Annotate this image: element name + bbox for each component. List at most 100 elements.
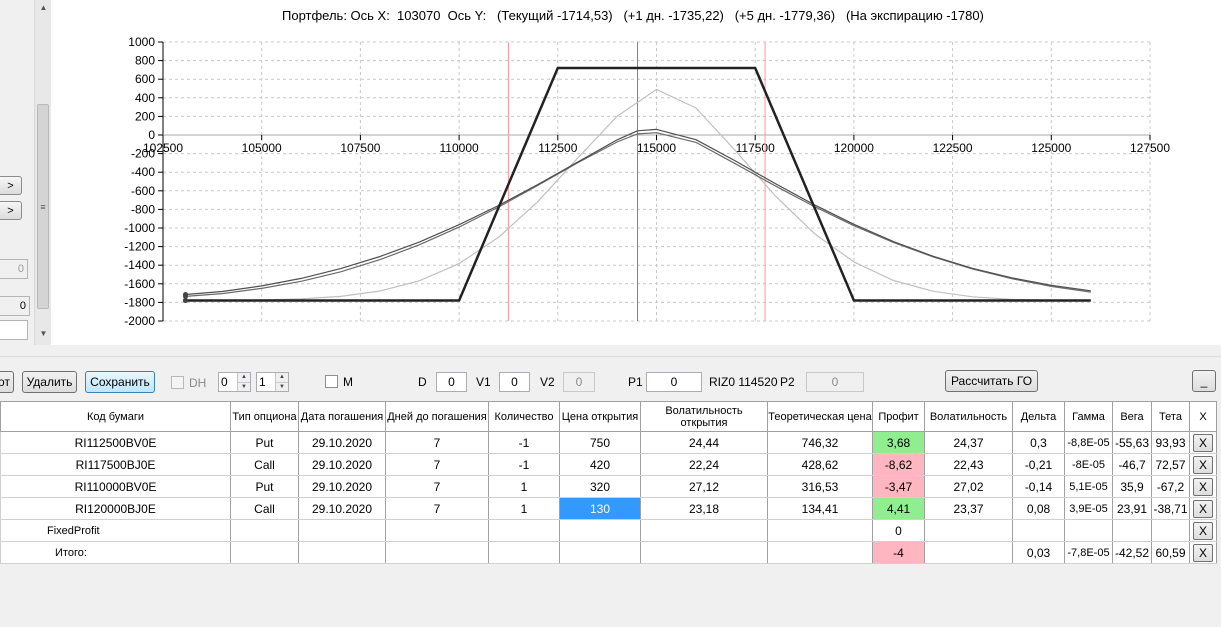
table-row[interactable]: RI110000BV0E Put 29.10.2020 7 1 320 27,1… — [0, 475, 1217, 498]
cell-open-vol[interactable]: 22,24 — [640, 453, 768, 476]
table-row[interactable]: RI117500BJ0E Call 29.10.2020 7 -1 420 22… — [0, 453, 1217, 476]
cell-open-vol[interactable]: 24,44 — [640, 431, 768, 454]
scroll-down-arrow-icon[interactable]: ▼ — [35, 326, 52, 340]
col-header-theta[interactable]: Тета — [1151, 401, 1190, 432]
cell-days[interactable]: 7 — [385, 453, 489, 476]
spin-down-icon[interactable]: ▼ — [276, 381, 288, 391]
cell-open-vol[interactable]: 23,18 — [640, 497, 768, 520]
col-header-x[interactable]: X — [1189, 401, 1217, 432]
remove-row-button[interactable]: X — [1193, 499, 1213, 518]
cell-vega[interactable]: -46,7 — [1112, 453, 1152, 476]
cell-vega[interactable]: 23,91 — [1112, 497, 1152, 520]
cell-type[interactable]: Put — [230, 431, 299, 454]
cell-qty[interactable]: -1 — [488, 431, 560, 454]
dh-checkbox[interactable] — [171, 376, 184, 389]
col-header-gamma[interactable]: Гамма — [1064, 401, 1113, 432]
save-button[interactable]: Сохранить — [85, 371, 155, 393]
cell-qty[interactable]: 1 — [488, 497, 560, 520]
cell-qty[interactable]: 1 — [488, 475, 560, 498]
cell-exp-date[interactable]: 29.10.2020 — [298, 497, 386, 520]
cell-type[interactable]: Call — [230, 497, 299, 520]
spin-up-icon[interactable]: ▲ — [238, 373, 250, 382]
m-checkbox[interactable] — [325, 375, 338, 388]
cell-days[interactable]: 7 — [385, 497, 489, 520]
cell-profit[interactable]: 4,41 — [872, 497, 925, 520]
cell-theta[interactable]: 93,93 — [1151, 431, 1190, 454]
delete-button[interactable]: Удалить — [22, 371, 77, 393]
cell-delta[interactable]: 0,08 — [1012, 497, 1065, 520]
cell-vol[interactable]: 23,37 — [924, 497, 1013, 520]
p1-field[interactable]: 0 — [646, 372, 702, 392]
p2-field[interactable]: 0 — [806, 372, 864, 392]
col-header-open-price[interactable]: Цена открытия — [559, 401, 641, 432]
minimize-button[interactable]: _ — [1192, 370, 1216, 392]
cell-days[interactable]: 7 — [385, 431, 489, 454]
cell-open-price[interactable]: 420 — [559, 453, 641, 476]
cell-open-price[interactable]: 750 — [559, 431, 641, 454]
cell-gamma[interactable]: 5,1E-05 — [1064, 475, 1113, 498]
cell-theor[interactable]: 316,53 — [767, 475, 873, 498]
col-header-delta[interactable]: Дельта — [1012, 401, 1065, 432]
cell-exp-date[interactable]: 29.10.2020 — [298, 453, 386, 476]
calc-go-button[interactable]: Рассчитать ГО — [945, 370, 1038, 392]
cell-gamma[interactable]: -8,8E-05 — [1064, 431, 1113, 454]
cell-vol[interactable]: 27,02 — [924, 475, 1013, 498]
cell-open-price[interactable]: 320 — [559, 475, 641, 498]
remove-row-button[interactable]: X — [1193, 433, 1213, 452]
cell-code[interactable]: RI120000BJ0E — [0, 497, 231, 520]
col-header-vol[interactable]: Волатильность — [924, 401, 1013, 432]
left-vertical-scrollbar[interactable]: ▲ ≡ ▼ — [34, 0, 51, 345]
col-header-code[interactable]: Код бумаги — [0, 401, 231, 432]
cell-code[interactable]: RI112500BV0E — [0, 431, 231, 454]
table-row[interactable]: RI120000BJ0E Call 29.10.2020 7 1 130 23,… — [0, 497, 1217, 520]
cell-vega[interactable]: 35,9 — [1112, 475, 1152, 498]
spin-2[interactable]: 1 ▲ ▼ — [256, 372, 289, 392]
cell-vol[interactable]: 24,37 — [924, 431, 1013, 454]
cell-exp-date[interactable]: 29.10.2020 — [298, 431, 386, 454]
cell-theta[interactable]: -38,71 — [1151, 497, 1190, 520]
cell-delta[interactable]: -0,21 — [1012, 453, 1065, 476]
left-arrow-button-1[interactable]: > — [0, 176, 22, 195]
remove-row-button[interactable]: X — [1193, 455, 1213, 474]
d-field[interactable]: 0 — [436, 372, 467, 392]
cell-delta[interactable]: 0,3 — [1012, 431, 1065, 454]
v2-field[interactable]: 0 — [563, 372, 595, 392]
cell-profit[interactable]: -8,62 — [872, 453, 925, 476]
fixed-profit-row[interactable]: FixedProfit 0 X — [0, 519, 1217, 542]
col-header-days[interactable]: Дней до погашения — [385, 401, 489, 432]
remove-row-button[interactable]: X — [1193, 477, 1213, 496]
cell-vega[interactable]: -55,63 — [1112, 431, 1152, 454]
cell-open-vol[interactable]: 27,12 — [640, 475, 768, 498]
cell-code[interactable]: RI110000BV0E — [0, 475, 231, 498]
left-field-2[interactable]: 0 — [0, 296, 30, 316]
cell-open-price[interactable]: 130 — [559, 497, 641, 520]
cell-gamma[interactable]: -8E-05 — [1064, 453, 1113, 476]
v1-field[interactable]: 0 — [499, 372, 530, 392]
cell-theor[interactable]: 134,41 — [767, 497, 873, 520]
cell-code[interactable]: RI117500BJ0E — [0, 453, 231, 476]
col-header-qty[interactable]: Количество — [488, 401, 560, 432]
col-header-profit[interactable]: Профит — [872, 401, 925, 432]
col-header-open-vol[interactable]: Волатильность открытия — [640, 401, 768, 432]
spin-up-icon[interactable]: ▲ — [276, 373, 288, 382]
cell-theta[interactable]: -67,2 — [1151, 475, 1190, 498]
panel-splitter[interactable] — [0, 345, 1221, 357]
cell-exp-date[interactable]: 29.10.2020 — [298, 475, 386, 498]
cell-theor[interactable]: 746,32 — [767, 431, 873, 454]
left-arrow-button-2[interactable]: > — [0, 201, 22, 220]
col-header-exp-date[interactable]: Дата погашения — [298, 401, 386, 432]
scroll-up-arrow-icon[interactable]: ▲ — [35, 0, 52, 14]
cell-type[interactable]: Put — [230, 475, 299, 498]
col-header-theor[interactable]: Теоретическая цена — [767, 401, 873, 432]
col-header-vega[interactable]: Вега — [1112, 401, 1152, 432]
cell-type[interactable]: Call — [230, 453, 299, 476]
cell-days[interactable]: 7 — [385, 475, 489, 498]
cell-delta[interactable]: -0,14 — [1012, 475, 1065, 498]
cell-gamma[interactable]: 3,9E-05 — [1064, 497, 1113, 520]
cell-profit[interactable]: -3,47 — [872, 475, 925, 498]
scroll-thumb[interactable]: ≡ — [37, 104, 49, 309]
cell-theor[interactable]: 428,62 — [767, 453, 873, 476]
spin-down-icon[interactable]: ▼ — [238, 381, 250, 391]
col-header-type[interactable]: Тип опциона — [230, 401, 299, 432]
remove-total-button[interactable]: X — [1193, 543, 1213, 562]
